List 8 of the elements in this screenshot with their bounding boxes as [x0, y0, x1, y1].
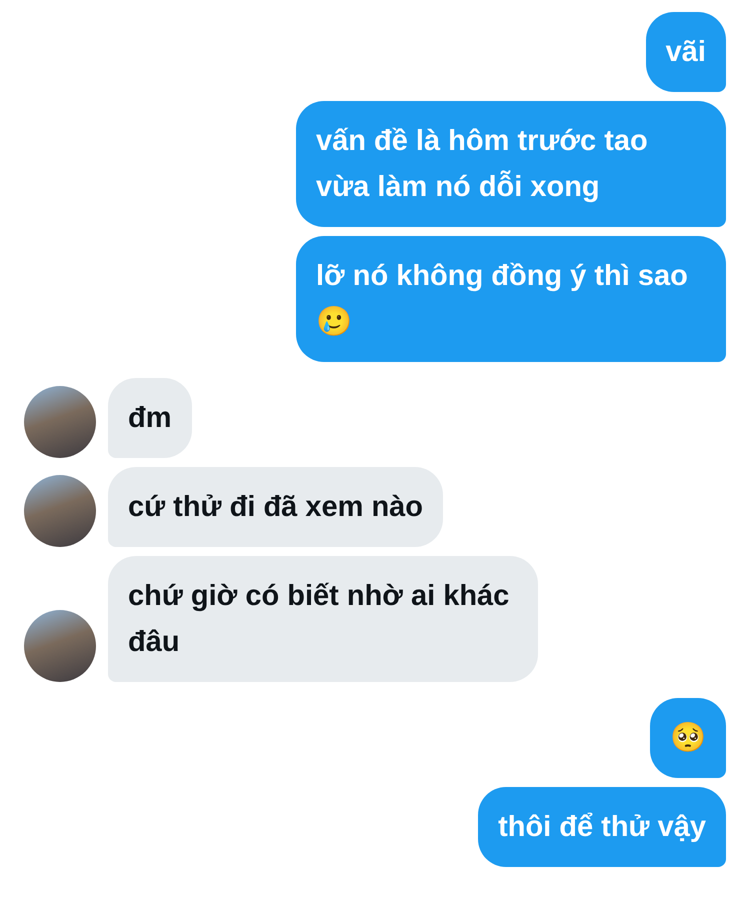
- sent-message: thôi để thử vậy: [478, 787, 726, 867]
- received-message: đm: [108, 378, 192, 458]
- sent-message: vấn đề là hôm trước tao vừa làm nó dỗi xong: [296, 101, 726, 227]
- sent-message: 🥺: [650, 698, 726, 778]
- sent-message: lỡ nó không đồng ý thì sao 🥲: [296, 236, 726, 362]
- received-message: chứ giờ có biết nhờ ai khác đâu: [108, 556, 538, 682]
- sent-message: vãi: [646, 12, 726, 92]
- received-message: cứ thử đi đã xem nào: [108, 467, 443, 547]
